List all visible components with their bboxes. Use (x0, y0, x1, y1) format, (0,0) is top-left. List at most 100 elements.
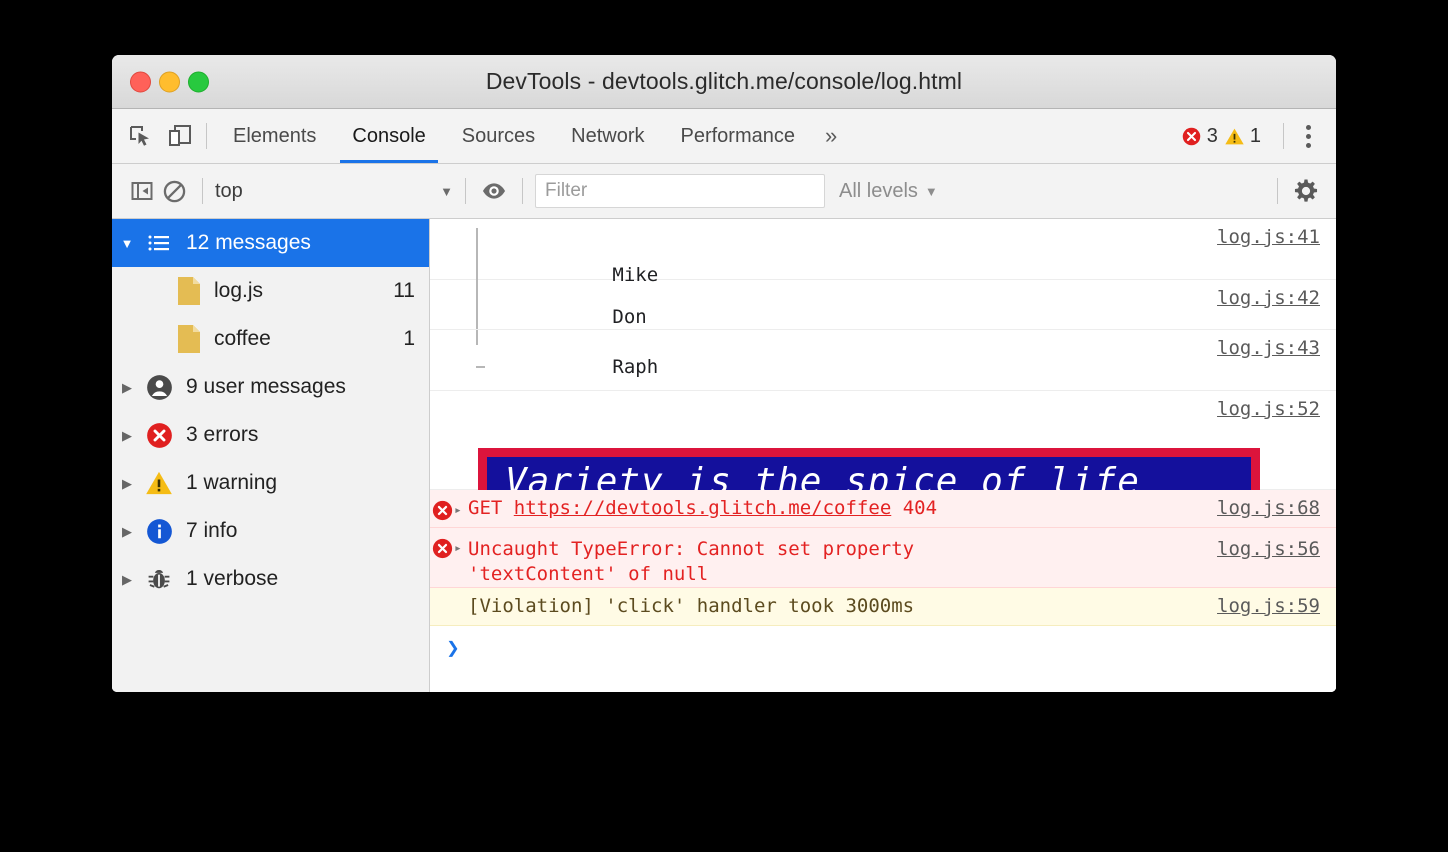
list-icon (142, 231, 176, 255)
error-line-1: Uncaught TypeError: Cannot set property (468, 537, 915, 560)
bug-icon (142, 566, 176, 592)
chevron-down-icon: ▼ (440, 183, 453, 199)
sidebar-toggle-icon[interactable] (126, 175, 158, 207)
chevron-right-icon[interactable]: ▶ (112, 429, 142, 442)
sidebar-item-user-messages[interactable]: ▶ 9 user messages (112, 363, 429, 411)
console-error-row[interactable]: ▸ Uncaught TypeError: Cannot set propert… (430, 527, 1336, 610)
toolbar-divider-2 (465, 178, 466, 204)
person-icon (142, 374, 176, 401)
sidebar-item-count: 1 (403, 327, 415, 350)
tab-elements[interactable]: Elements (215, 109, 334, 163)
tabbar-right-divider (1283, 123, 1284, 149)
maximize-window-button[interactable] (188, 71, 209, 92)
inspect-element-icon[interactable] (126, 122, 154, 150)
console-prompt[interactable]: ❯ (430, 626, 1336, 692)
console-error-row[interactable]: ▸ GET https://devtools.glitch.me/coffee … (430, 489, 1336, 528)
error-count: 3 (1206, 124, 1218, 147)
tabbar-right: 3 1 (1181, 109, 1336, 163)
request-method: GET (468, 496, 514, 519)
eye-icon[interactable] (478, 175, 510, 207)
tab-label: Network (571, 124, 645, 147)
sidebar-item-label: 1 verbose (186, 567, 279, 590)
sidebar-item-warnings[interactable]: ▶ 1 warning (112, 459, 429, 507)
devtools-body: ▼ 12 messages log.js 11 coffee 1 ▶ 9 use… (112, 219, 1336, 692)
source-link[interactable]: log.js:43 (1217, 339, 1336, 358)
chevron-down-icon[interactable]: ▼ (112, 237, 142, 250)
filter-input[interactable] (535, 174, 825, 208)
toolbar-divider-4 (1277, 178, 1278, 204)
sidebar-item-coffee[interactable]: coffee 1 (112, 315, 429, 363)
clear-console-icon[interactable] (158, 175, 190, 207)
console-message-row[interactable]: Mike log.js:41 (430, 219, 1336, 345)
source-link[interactable]: log.js:59 (1217, 597, 1336, 616)
message-content: Raph (612, 356, 659, 379)
chevron-right-icon[interactable]: ▶ (112, 477, 142, 490)
error-icon (432, 500, 452, 520)
tab-label: Performance (680, 124, 796, 147)
chevron-down-icon: ▼ (924, 183, 938, 199)
warning-icon (1225, 128, 1244, 144)
tab-console[interactable]: Console (334, 109, 443, 163)
source-link[interactable]: log.js:42 (1217, 288, 1336, 308)
source-link[interactable]: log.js:68 (1217, 498, 1336, 518)
panel-tabs: Elements Console Sources Network Perform… (215, 109, 849, 163)
source-link[interactable]: log.js:41 (1217, 228, 1336, 247)
kebab-menu-icon[interactable] (1294, 122, 1322, 150)
sidebar-item-label: log.js (214, 279, 264, 302)
minimize-window-button[interactable] (159, 71, 180, 92)
prompt-chevron-icon: ❯ (446, 636, 460, 661)
request-url-link[interactable]: https://devtools.glitch.me/coffee (514, 497, 892, 519)
sidebar-item-count: 11 (393, 279, 415, 302)
console-output[interactable]: Mike log.js:41 Don log.js:42 Raph log.js… (430, 219, 1336, 692)
sidebar-item-info[interactable]: ▶ 7 info (112, 507, 429, 555)
tabbar-divider (206, 123, 207, 149)
toolbar-right (1265, 175, 1322, 207)
log-level-selector[interactable]: All levels ▼ (839, 180, 938, 203)
device-toolbar-icon[interactable] (166, 122, 194, 150)
console-message-row[interactable]: Raph log.js:43 (430, 330, 1336, 391)
more-tabs-button[interactable]: » (813, 109, 849, 163)
sidebar-item-errors[interactable]: ▶ 3 errors (112, 411, 429, 459)
tab-label: Console (352, 124, 426, 147)
console-message-row[interactable]: Don log.js:42 (430, 280, 1336, 331)
warning-count: 1 (1249, 124, 1261, 147)
console-prompt-input[interactable] (476, 638, 1336, 662)
source-link[interactable]: log.js:52 (1217, 399, 1336, 419)
chevron-right-icon[interactable]: ▶ (112, 573, 142, 586)
execution-context-selector[interactable]: top ▼ (215, 180, 453, 203)
status-code: 404 (891, 496, 938, 519)
error-counter[interactable]: 3 (1181, 125, 1218, 148)
warning-counter[interactable]: 1 (1224, 125, 1261, 148)
sidebar-item-all-messages[interactable]: ▼ 12 messages (112, 219, 429, 267)
tab-performance[interactable]: Performance (663, 109, 814, 163)
file-icon (174, 276, 204, 306)
console-toolbar: top ▼ All levels ▼ (112, 164, 1336, 219)
console-warning-row[interactable]: [Violation] 'click' handler took 3000ms … (430, 588, 1336, 626)
sidebar-item-label: 1 warning (186, 471, 278, 494)
sidebar-item-label: 7 info (186, 519, 238, 542)
message-content: Don (612, 305, 647, 328)
expand-arrow-icon[interactable]: ▸ (454, 499, 468, 521)
message-text: [Violation] 'click' handler took 3000ms (468, 595, 915, 617)
message-gutter (430, 499, 454, 521)
sidebar-item-verbose[interactable]: ▶ 1 verbose (112, 555, 429, 603)
console-styled-message-row[interactable]: Variety is the spice of life (430, 440, 1336, 519)
expand-arrow-icon[interactable]: ▸ (454, 537, 468, 559)
tabbar-left-icons (112, 109, 204, 163)
log-level-label: All levels (839, 179, 918, 202)
sidebar-item-log-js[interactable]: log.js 11 (112, 267, 429, 315)
error-icon (432, 538, 452, 558)
console-message-row[interactable]: log.js:52 (430, 391, 1336, 440)
toolbar-divider-1 (202, 178, 203, 204)
tab-network[interactable]: Network (553, 109, 662, 163)
group-indent-foot (476, 366, 485, 369)
chevron-right-icon[interactable]: ▶ (112, 525, 142, 538)
gear-icon[interactable] (1290, 175, 1322, 207)
console-sidebar: ▼ 12 messages log.js 11 coffee 1 ▶ 9 use… (112, 219, 430, 692)
error-line-2: 'textContent' of null (468, 562, 709, 585)
source-link[interactable]: log.js:56 (1217, 537, 1336, 562)
tab-sources[interactable]: Sources (444, 109, 553, 163)
close-window-button[interactable] (130, 71, 151, 92)
chevron-right-icon[interactable]: ▶ (112, 381, 142, 394)
error-icon (142, 422, 176, 449)
